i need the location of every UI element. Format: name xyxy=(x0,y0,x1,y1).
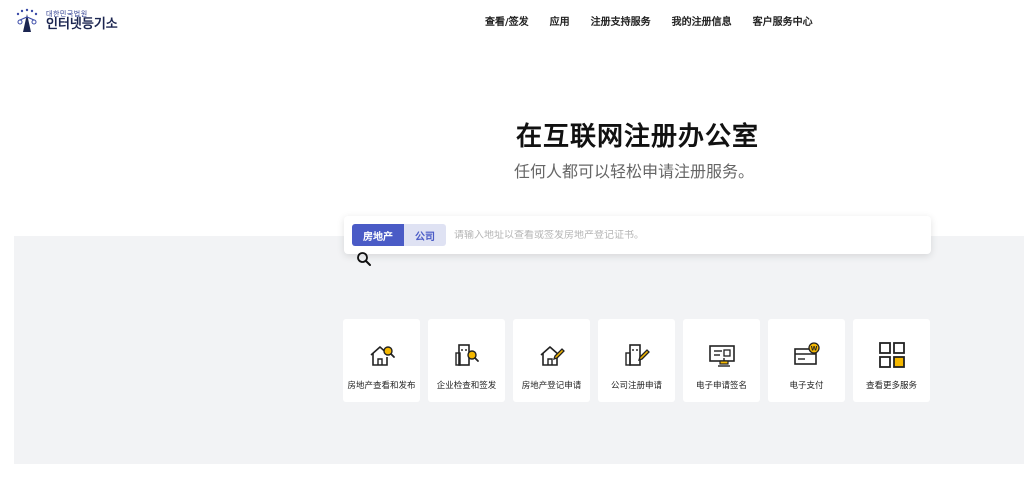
service-card-real-estate-register[interactable]: 房地产登记申请 xyxy=(513,319,590,402)
service-card-label: 公司注册申请 xyxy=(610,381,662,391)
nav-item-view-issue[interactable]: 查看/签发 xyxy=(485,13,529,28)
service-card-corporate-check[interactable]: 企业检查和签发 xyxy=(428,319,505,402)
grid-more-icon xyxy=(878,341,906,369)
nav-item-my-registration[interactable]: 我的注册信息 xyxy=(672,13,732,28)
service-card-label: 房地产登记申请 xyxy=(521,381,582,391)
service-card-more[interactable]: 查看更多服务 xyxy=(853,319,930,402)
service-card-e-signature[interactable]: 电子申请签名 xyxy=(683,319,760,402)
building-search-icon xyxy=(453,341,481,369)
service-card-real-estate-view[interactable]: 房地产查看和发布 xyxy=(343,319,420,402)
page-subtitle: 任何人都可以轻松申请注册服务。 xyxy=(514,162,755,181)
service-card-e-payment[interactable]: W 电子支付 xyxy=(768,319,845,402)
house-search-icon xyxy=(368,341,396,369)
e-signature-icon xyxy=(708,341,736,369)
search-bar: 房地产 公司 xyxy=(344,216,931,254)
site-logo[interactable]: 대한민국법원 인터넷등기소 xyxy=(14,8,118,34)
service-card-label: 电子申请签名 xyxy=(695,381,747,391)
search-icon[interactable] xyxy=(356,251,372,267)
court-emblem-icon xyxy=(14,8,40,34)
service-card-label: 电子支付 xyxy=(789,381,824,391)
search-input[interactable] xyxy=(454,229,931,241)
logo-title: 인터넷등기소 xyxy=(46,16,118,32)
tab-real-estate[interactable]: 房地产 xyxy=(352,224,404,246)
page-title: 在互联网注册办公室 xyxy=(516,122,760,152)
nav-item-registration-support[interactable]: 注册支持服务 xyxy=(591,13,651,28)
service-card-label: 房地产查看和发布 xyxy=(347,381,416,391)
svg-text:W: W xyxy=(810,346,817,353)
service-card-company-register[interactable]: 公司注册申请 xyxy=(598,319,675,402)
building-edit-icon xyxy=(623,341,651,369)
e-payment-icon: W xyxy=(793,341,821,369)
tab-company[interactable]: 公司 xyxy=(404,224,446,246)
service-card-label: 企业检查和签发 xyxy=(436,381,497,391)
nav-item-customer-service[interactable]: 客户服务中心 xyxy=(753,13,813,28)
house-edit-icon xyxy=(538,341,566,369)
service-cards: 房地产查看和发布 企业检查和签发 房地产登记申请 公司注册申请 电子申请签名 W… xyxy=(343,319,930,402)
service-card-label: 查看更多服务 xyxy=(865,381,917,391)
main-nav: 查看/签发 应用 注册支持服务 我的注册信息 客户服务中心 xyxy=(485,13,813,28)
nav-item-apply[interactable]: 应用 xyxy=(550,13,570,28)
